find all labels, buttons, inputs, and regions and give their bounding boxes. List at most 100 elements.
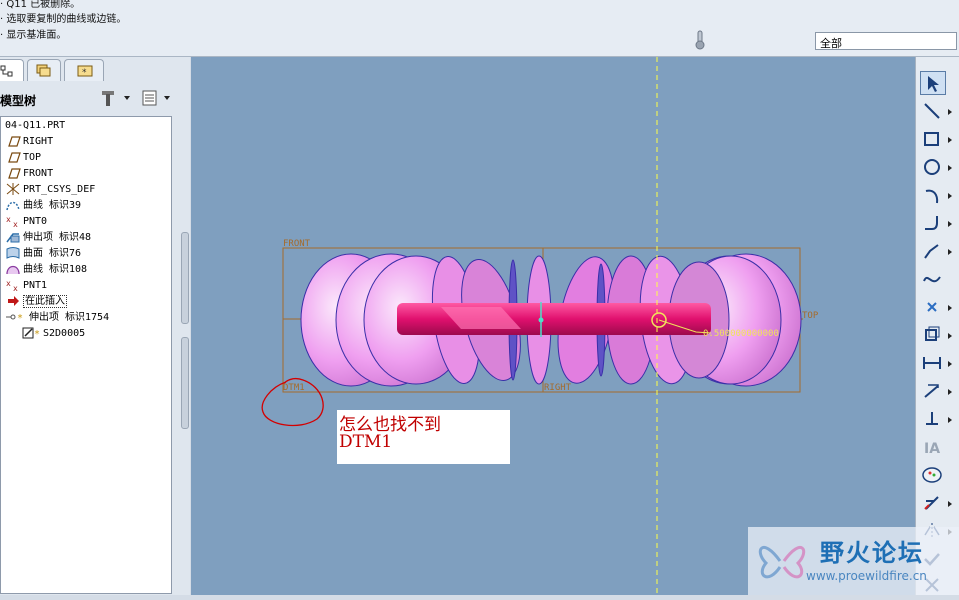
svg-text:*: *: [17, 313, 23, 324]
svg-text:x: x: [13, 284, 18, 292]
flyout-arrow-icon[interactable]: [948, 417, 952, 423]
dimension-button[interactable]: [920, 351, 946, 375]
text-icon: IA: [924, 441, 940, 457]
flyout-arrow-icon[interactable]: [948, 333, 952, 339]
chevron-down-icon: [164, 96, 170, 100]
constraint-icon: [926, 412, 938, 425]
tree-node-top[interactable]: TOP: [5, 150, 41, 165]
model-tree: 04-Q11.PRT RIGHT TOP FRONT PRT_CSYS_DEF …: [0, 116, 172, 594]
arc-icon: [925, 189, 939, 204]
tab-favorites[interactable]: *: [64, 59, 104, 81]
watermark-title: 野火论坛: [820, 539, 924, 567]
message-area: · Q11 已被删除。 · 选取要复制的曲线或边链。 · 显示基准面。 全部: [0, 0, 959, 57]
panel-splitter-handle[interactable]: [181, 337, 189, 429]
trim-button[interactable]: [920, 491, 946, 515]
constraint-button[interactable]: [920, 407, 946, 431]
flyout-arrow-icon[interactable]: [948, 109, 952, 115]
model-tree-header: 模型树: [0, 85, 190, 111]
message-line: · 选取要复制的曲线或边链。: [0, 14, 127, 25]
point-button[interactable]: [920, 295, 946, 319]
datum-label-front: FRONT: [283, 239, 311, 249]
spline-button[interactable]: [920, 267, 946, 291]
arc-button[interactable]: [920, 183, 946, 207]
select-icon: [928, 76, 939, 92]
tree-node-label: FRONT: [23, 168, 54, 179]
datum-label-top: TOP: [802, 311, 819, 321]
flyout-arrow-icon[interactable]: [948, 165, 952, 171]
palette-icon: [922, 467, 942, 483]
curve-icon: [5, 262, 23, 276]
tree-node-curve-108[interactable]: 曲线 标识108: [5, 262, 87, 277]
sketch-toolbar: IA: [915, 57, 959, 595]
tree-node-right[interactable]: RIGHT: [5, 134, 53, 149]
tree-node-label: 在此插入: [23, 295, 67, 308]
flyout-arrow-icon[interactable]: [948, 221, 952, 227]
tree-show-button[interactable]: [141, 89, 175, 107]
flyout-arrow-icon[interactable]: [948, 249, 952, 255]
flyout-arrow-icon[interactable]: [948, 389, 952, 395]
rectangle-button[interactable]: [920, 127, 946, 151]
sketch-icon: *: [21, 326, 43, 340]
svg-text:*: *: [34, 329, 40, 340]
panel-splitter-handle[interactable]: [181, 232, 189, 324]
tree-node-label: TOP: [23, 152, 42, 163]
tree-node-label: 曲线 标识108: [23, 264, 88, 275]
point-icon: [927, 302, 937, 312]
tree-settings-button[interactable]: [100, 89, 134, 107]
tree-node-pnt1[interactable]: x x PNT1: [5, 278, 47, 293]
tree-node-label: 04-Q11.PRT: [5, 120, 66, 131]
text-button[interactable]: IA: [920, 435, 946, 459]
tree-node-label: 曲面 标识76: [23, 248, 82, 259]
line-button[interactable]: [920, 99, 946, 123]
offset-button[interactable]: [920, 323, 946, 347]
dimension-value[interactable]: 0.500000000000: [703, 329, 779, 339]
flyout-arrow-icon[interactable]: [948, 137, 952, 143]
graphics-window[interactable]: FRONT TOP RIGHT DTM1 0.500000000000 怎么也找…: [191, 57, 915, 595]
tree-node-csys[interactable]: PRT_CSYS_DEF: [5, 182, 95, 197]
tree-node-label: 伸出项 标识48: [23, 232, 92, 243]
tree-node-surface-76[interactable]: 曲面 标识76: [5, 246, 81, 261]
flyout-arrow-icon[interactable]: [948, 305, 952, 311]
tree-node-extrude-1754[interactable]: * 伸出项 标识1754: [5, 310, 109, 325]
chamfer-button[interactable]: [920, 239, 946, 263]
spline-icon: [923, 276, 941, 283]
datum-plane-icon: [5, 150, 23, 164]
tree-node-sketch[interactable]: * S2D0005: [21, 326, 85, 341]
tree-node-label: RIGHT: [23, 136, 54, 147]
flyout-arrow-icon[interactable]: [948, 501, 952, 507]
tree-node-insert-here[interactable]: 在此插入: [5, 294, 67, 309]
select-button[interactable]: [920, 71, 946, 95]
svg-text:IA: IA: [924, 441, 940, 457]
tree-node-part[interactable]: 04-Q11.PRT: [5, 118, 65, 133]
svg-text:x: x: [6, 279, 11, 288]
watermark-url: www.proewildfire.cn: [806, 569, 927, 583]
chamfer-icon: [924, 244, 939, 259]
flyout-arrow-icon[interactable]: [948, 361, 952, 367]
tree-node-label: PNT1: [23, 280, 48, 291]
modify-button[interactable]: [920, 379, 946, 403]
fillet-icon: [925, 216, 938, 230]
modify-icon: [924, 384, 939, 398]
hammer-icon: [102, 91, 114, 106]
extrude-icon: *: [5, 310, 29, 324]
annotation-note: 怎么也找不到 DTM1: [337, 410, 510, 464]
fillet-button[interactable]: [920, 211, 946, 235]
tree-node-front[interactable]: FRONT: [5, 166, 53, 181]
tree-node-pnt0[interactable]: x x PNT0: [5, 214, 47, 229]
rectangle-icon: [924, 132, 939, 146]
model-tree-title: 模型树: [0, 94, 37, 108]
datum-point-icon: xx: [5, 214, 23, 229]
tab-model-tree[interactable]: [0, 59, 24, 81]
tree-node-curve-39[interactable]: 曲线 标识39: [5, 198, 81, 213]
circle-button[interactable]: [920, 155, 946, 179]
annotation-line-2: DTM1: [339, 432, 393, 452]
palette-button[interactable]: [920, 463, 946, 487]
tab-folder-browser[interactable]: [27, 59, 61, 81]
butterfly-logo-icon: [758, 546, 806, 579]
extrude-icon: [5, 230, 23, 244]
tree-node-extrude-48[interactable]: 伸出项 标识48: [5, 230, 91, 245]
surface-icon: [5, 246, 23, 260]
dimension-icon: [923, 357, 941, 369]
flyout-arrow-icon[interactable]: [948, 193, 952, 199]
selection-filter-dropdown[interactable]: 全部: [815, 32, 957, 50]
